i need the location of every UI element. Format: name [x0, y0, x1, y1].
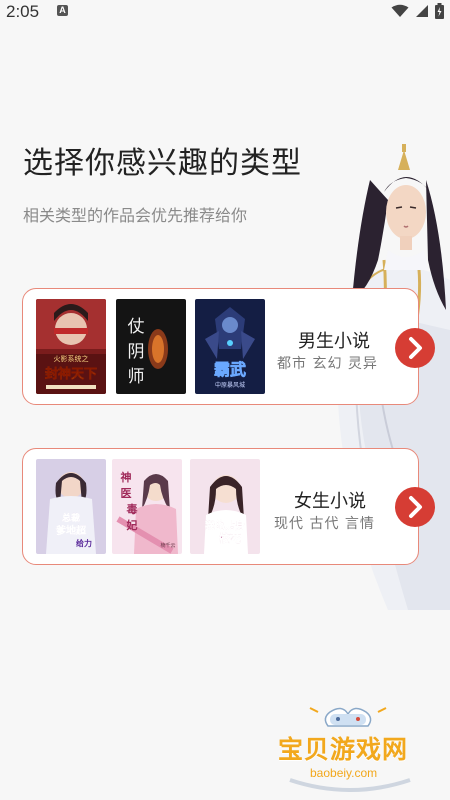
- svg-text:医: 医: [121, 487, 132, 500]
- page-subtitle: 相关类型的作品会优先推荐给你: [23, 206, 248, 225]
- svg-text:妃: 妃: [126, 518, 138, 532]
- chevron-right-icon: [409, 337, 422, 359]
- category-card-male[interactable]: 火影系统之 封神天下 仗 阴 师 霸武 中原暴风城 男生小说 都市 玄幻 灵异: [22, 288, 435, 405]
- svg-text:火影系统之: 火影系统之: [54, 354, 89, 363]
- svg-text:给力: 给力: [76, 538, 92, 548]
- wifi-icon: [391, 4, 409, 17]
- book-cover: 仗 阴 师: [116, 299, 186, 394]
- book-cover: 霸武 中原暴风城: [195, 299, 265, 394]
- battery-icon: [435, 3, 444, 19]
- category-tags: 都市 玄幻 灵异: [277, 356, 378, 372]
- svg-text:爹地超: 爹地超: [55, 524, 87, 537]
- svg-text:神: 神: [121, 470, 132, 484]
- svg-text:阴: 阴: [128, 342, 145, 362]
- page-title: 选择你感兴趣的类型: [23, 146, 302, 181]
- category-tags: 现代 古代 言情: [274, 516, 375, 532]
- svg-text:师: 师: [128, 367, 145, 387]
- go-male-button[interactable]: [395, 328, 435, 368]
- svg-text:封神天下: 封神天下: [45, 366, 97, 382]
- status-time: 2:05: [6, 2, 40, 21]
- svg-text:校花: 校花: [219, 531, 241, 545]
- watermark-url: baobeiy.com: [310, 766, 378, 780]
- watermark: 宝贝游戏网 baobeiy.com: [270, 702, 430, 792]
- status-icons: [391, 2, 444, 20]
- svg-text:仗: 仗: [128, 317, 145, 337]
- category-card-female[interactable]: 总裁 爹地超 给力 神 医 毒 妃 楠千云 我的贴身 校花 女生小说 现代 古代…: [22, 448, 435, 565]
- svg-text:我的贴身: 我的贴身: [205, 519, 245, 532]
- book-cover: 总裁 爹地超 给力: [36, 459, 106, 554]
- svg-text:霸武: 霸武: [214, 360, 246, 379]
- book-cover: 我的贴身 校花: [190, 459, 260, 554]
- book-cover: 火影系统之 封神天下: [36, 299, 106, 394]
- svg-text:楠千云: 楠千云: [160, 542, 175, 549]
- watermark-text: 宝贝游戏网: [278, 735, 409, 764]
- go-female-button[interactable]: [395, 487, 435, 527]
- svg-text:毒: 毒: [127, 502, 138, 516]
- chevron-right-icon: [409, 496, 422, 518]
- notification-icon: A: [57, 5, 68, 16]
- svg-text:总裁: 总裁: [62, 512, 80, 524]
- status-bar: 2:05 A: [0, 0, 450, 24]
- book-cover: 神 医 毒 妃 楠千云: [112, 459, 182, 554]
- category-title: 女生小说: [294, 491, 366, 512]
- signal-icon: [416, 5, 428, 17]
- category-title: 男生小说: [298, 331, 370, 352]
- svg-text:中原暴风城: 中原暴风城: [215, 381, 245, 389]
